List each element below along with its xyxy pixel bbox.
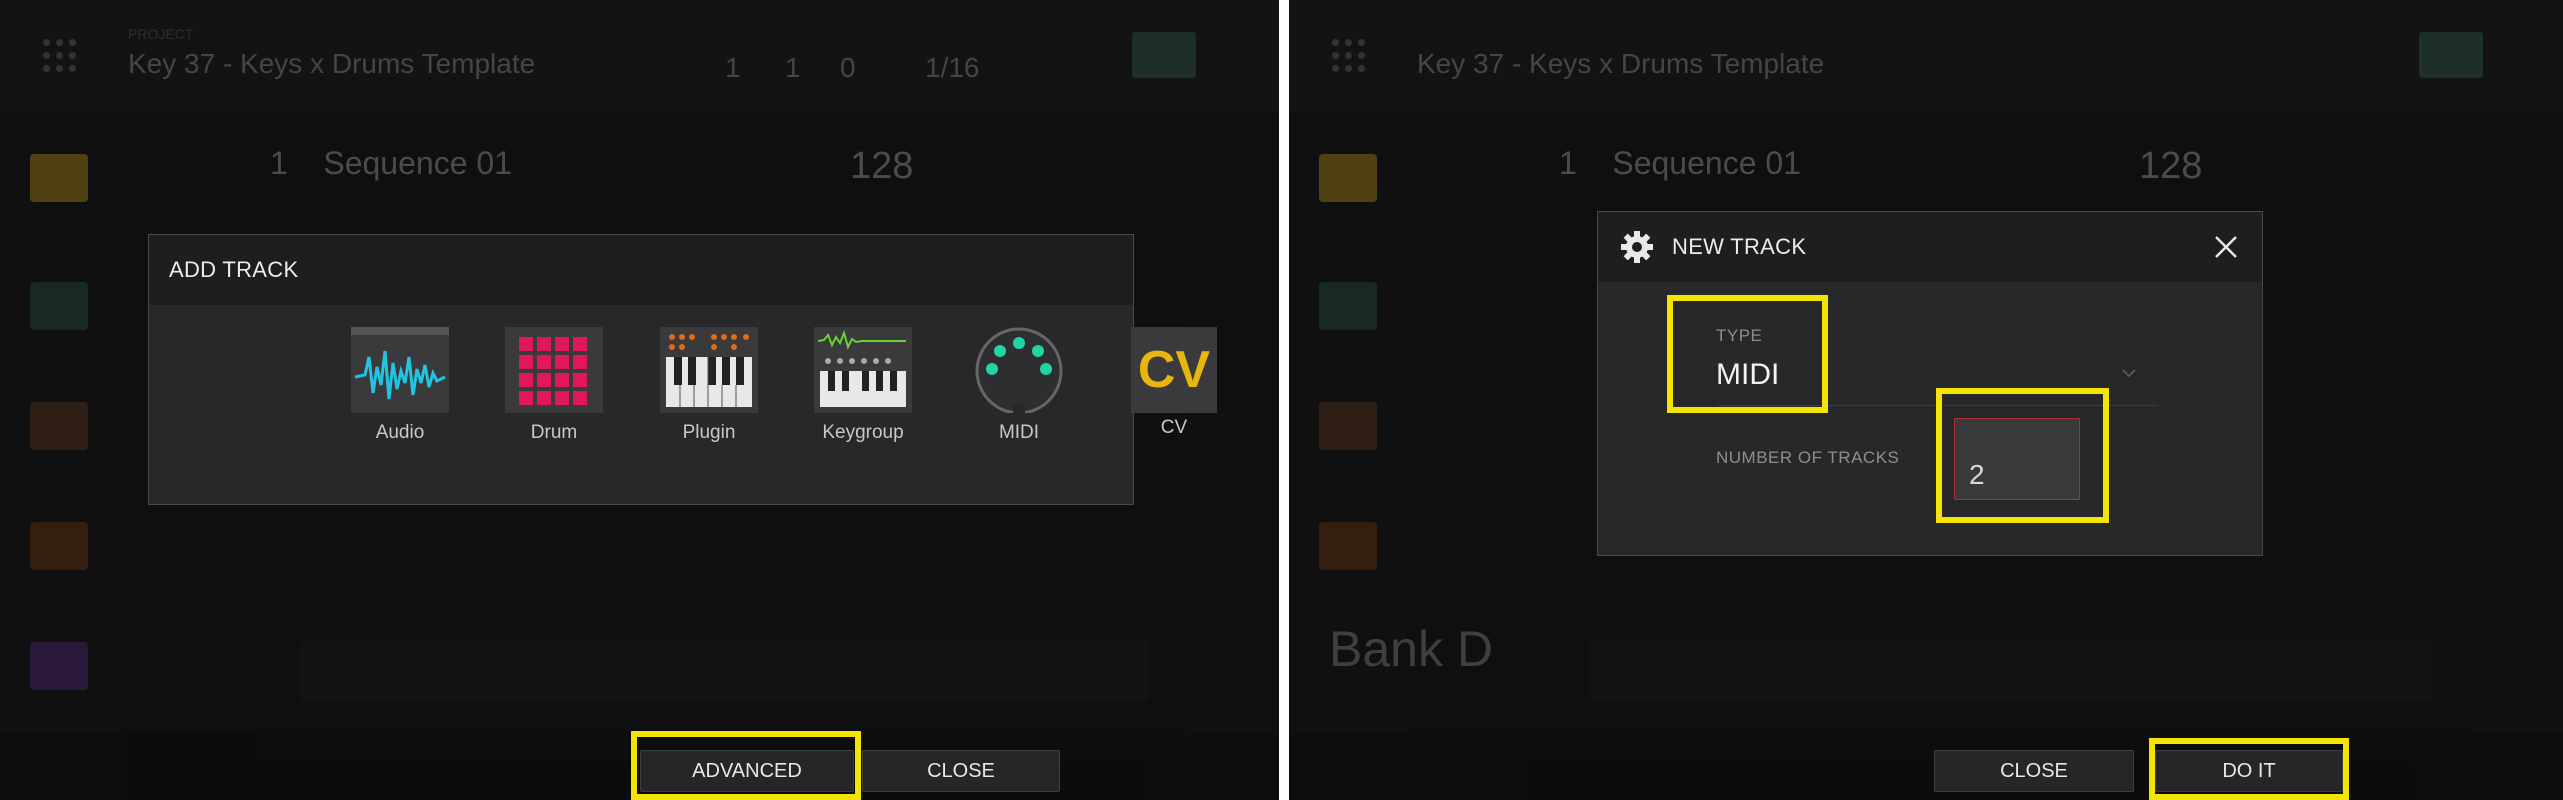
counter-bars: 1 — [725, 52, 741, 83]
record-button[interactable] — [2419, 32, 2483, 78]
left-sidebar — [1289, 112, 1407, 800]
new-track-dialog: NEW TRACK TYPE MIDI NUMBER OF TRACKS 2 — [1597, 211, 2263, 556]
sequence-name[interactable]: Sequence 01 — [323, 145, 512, 181]
track-controls-bar — [300, 640, 1149, 700]
chevron-down-icon[interactable] — [2122, 368, 2136, 378]
num-tracks-label: NUMBER OF TRACKS — [1716, 448, 1900, 467]
track-controls-bar — [1589, 640, 2433, 700]
project-label: PROJECT — [128, 26, 194, 42]
dialog-title: ADD TRACK — [169, 257, 299, 282]
project-title: Key 37 - Keys x Drums Template — [128, 48, 536, 79]
sequence-number: 1 — [1559, 145, 1577, 181]
num-tracks-input[interactable]: 2 — [1954, 418, 2080, 500]
do-it-button[interactable]: DO IT — [2155, 750, 2343, 792]
pads-icon[interactable] — [30, 402, 88, 450]
num-tracks-value: 2 — [1969, 459, 1985, 490]
dialog-header: ADD TRACK — [149, 235, 1133, 305]
track-type-label: Audio — [375, 422, 425, 443]
menu-grid-icon[interactable] — [40, 36, 80, 76]
plugin-keyboard-icon — [660, 327, 758, 413]
track-type-label: Drum — [530, 422, 578, 443]
bpm-value[interactable]: 128 — [2139, 145, 2202, 188]
gear-icon[interactable] — [1620, 230, 1654, 264]
counter-beats: 1 — [785, 52, 801, 83]
advanced-button[interactable]: ADVANCED — [640, 750, 854, 792]
type-value[interactable]: MIDI — [1716, 358, 1779, 392]
mixer-icon[interactable] — [30, 282, 88, 330]
dialog-header: NEW TRACK — [1598, 212, 2262, 282]
browser-icon[interactable] — [30, 642, 88, 690]
right-toolbar — [2473, 112, 2563, 800]
audio-waveform-icon — [351, 327, 449, 413]
type-label: TYPE — [1716, 326, 1763, 345]
track-type-midi[interactable]: MIDI — [959, 327, 1079, 444]
waveform-icon[interactable] — [1319, 522, 1377, 570]
midi-port-icon — [975, 327, 1063, 415]
bank-label: Bank D — [1329, 621, 1493, 677]
sequence-number: 1 — [270, 145, 288, 181]
track-type-label: CV — [1160, 417, 1188, 438]
track-type-plugin[interactable]: Plugin — [649, 327, 769, 444]
top-bar: PROJECT Key 37 - Keys x Drums Template 1… — [0, 0, 1279, 112]
right-screen: Key 37 - Keys x Drums Template 1 Sequenc… — [1289, 0, 2563, 800]
right-toolbar — [1189, 112, 1279, 800]
bpm-value[interactable]: 128 — [850, 145, 913, 188]
menu-grid-icon[interactable] — [1329, 36, 1369, 76]
waveform-icon[interactable] — [30, 522, 88, 570]
add-track-dialog: ADD TRACK Audio Drum Plugin Keygroup MID… — [148, 234, 1217, 505]
track-type-label: Plugin — [682, 422, 736, 443]
track-type-drum[interactable]: Drum — [494, 327, 614, 444]
close-button[interactable]: CLOSE — [862, 750, 1060, 792]
counter-quantize: 1/16 — [925, 52, 980, 83]
close-button[interactable]: CLOSE — [1934, 750, 2134, 792]
close-icon[interactable] — [2212, 233, 2240, 261]
drum-pads-icon — [505, 327, 603, 413]
cv-glyph: CV — [1137, 341, 1211, 399]
left-sidebar — [0, 112, 118, 800]
left-screen: PROJECT Key 37 - Keys x Drums Template 1… — [0, 0, 1279, 800]
type-divider — [1718, 405, 2158, 406]
footer-bar — [1289, 734, 2563, 800]
record-button[interactable] — [1132, 32, 1196, 78]
folder-icon[interactable] — [1319, 154, 1377, 202]
mixer-icon[interactable] — [1319, 282, 1377, 330]
track-type-keygroup[interactable]: Keygroup — [803, 327, 923, 444]
sequence-row: 1 Sequence 01 — [270, 145, 512, 182]
folder-icon[interactable] — [30, 154, 88, 202]
track-type-cv[interactable]: CV CV — [1114, 327, 1234, 439]
project-title: Key 37 - Keys x Drums Template — [1417, 48, 1825, 79]
sequence-name[interactable]: Sequence 01 — [1612, 145, 1801, 181]
counter-ticks: 0 — [840, 52, 856, 83]
track-type-label: MIDI — [998, 422, 1040, 443]
pads-icon[interactable] — [1319, 402, 1377, 450]
keygroup-icon — [814, 327, 912, 413]
track-type-audio[interactable]: Audio — [340, 327, 460, 444]
cv-icon: CV — [1131, 327, 1217, 413]
sequence-row: 1 Sequence 01 — [1559, 145, 1801, 182]
track-type-label: Keygroup — [822, 422, 904, 443]
dialog-title: NEW TRACK — [1672, 234, 1807, 259]
top-bar: Key 37 - Keys x Drums Template — [1289, 0, 2563, 112]
